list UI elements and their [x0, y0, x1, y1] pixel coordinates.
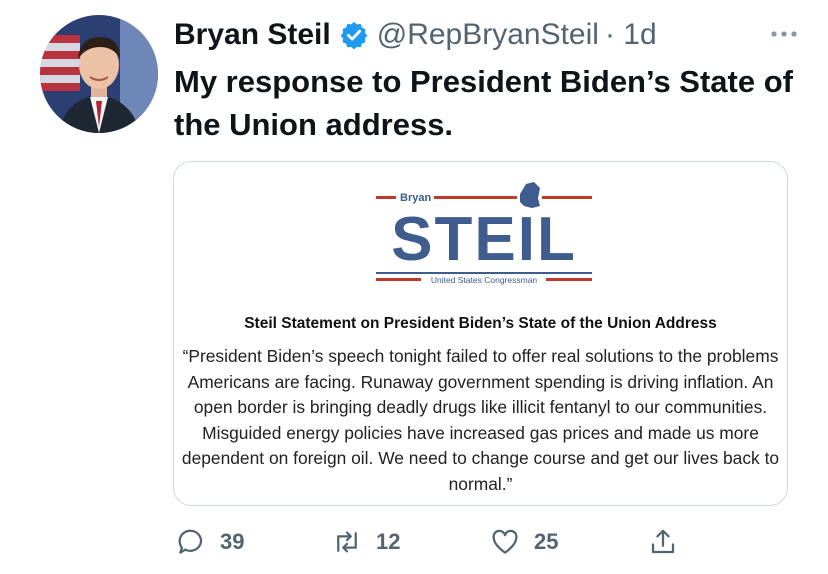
author-name[interactable]: Bryan Steil	[174, 18, 331, 52]
statement-title: Steil Statement on President Biden’s Sta…	[244, 315, 717, 332]
like-icon	[492, 529, 518, 554]
retweet-icon	[337, 531, 357, 553]
tweet-text: My response to President Biden’s State o…	[174, 64, 793, 142]
retweet-count: 12	[376, 529, 401, 554]
retweet-button[interactable]: 12	[332, 522, 400, 562]
svg-text:STEIL: STEIL	[391, 205, 577, 274]
statement-body: “President Biden’s speech tonight failed…	[181, 346, 780, 494]
share-icon	[651, 529, 675, 554]
share-button[interactable]	[648, 522, 678, 562]
svg-text:United States Congressman: United States Congressman	[431, 275, 538, 285]
tweet-actions: 39 12 25	[174, 522, 694, 562]
reply-button[interactable]: 39	[176, 522, 244, 562]
steil-logo: Bryan STEIL United States Congressman	[374, 172, 594, 290]
profile-avatar[interactable]	[40, 15, 158, 133]
like-count: 25	[534, 529, 559, 554]
more-icon[interactable]	[764, 18, 804, 48]
tweet-timestamp[interactable]: · 1d	[605, 18, 657, 52]
reply-count: 39	[220, 529, 245, 554]
like-button[interactable]: 25	[490, 522, 558, 562]
tweet-header: Bryan Steil @RepBryanSteil · 1d	[174, 14, 808, 56]
media-card[interactable]: Bryan STEIL United States Congressman St…	[173, 161, 788, 506]
svg-text:Bryan: Bryan	[400, 192, 431, 204]
verified-badge-icon	[339, 20, 369, 50]
reply-icon	[178, 529, 203, 554]
author-handle[interactable]: @RepBryanSteil	[377, 18, 599, 52]
